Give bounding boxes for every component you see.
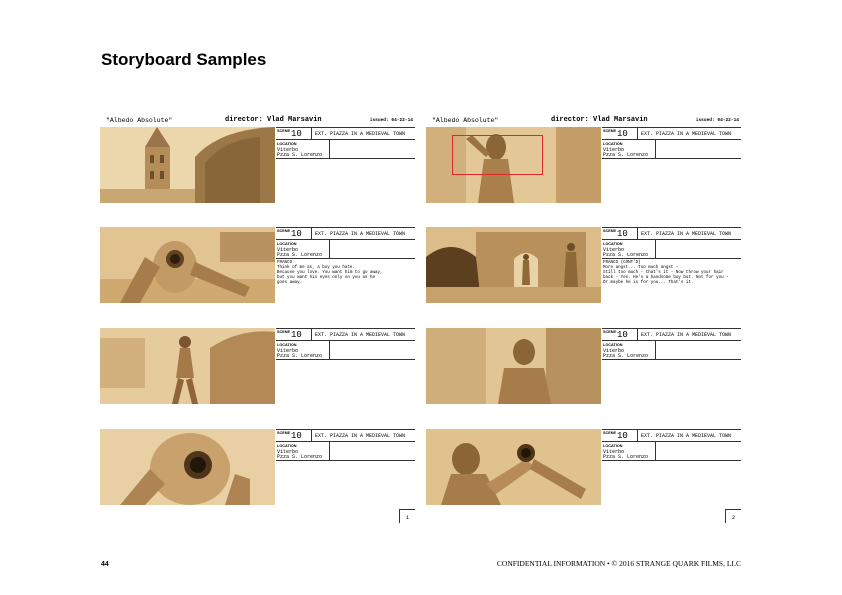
location-label: LOCATION xyxy=(603,444,623,448)
storyboard-panel: SCENE 10 EXT. PIAZZA IN A MEDIEVAL TOWN … xyxy=(100,429,415,505)
location-label: LOCATION xyxy=(277,444,297,448)
storyboard-panel: SCENE 10 EXT. PIAZZA IN A MEDIEVAL TOWN … xyxy=(426,227,741,303)
sheet-page-number: 2 xyxy=(725,509,741,523)
storyboard-panel: SCENE 10 EXT. PIAZZA IN A MEDIEVAL TOWN … xyxy=(426,429,741,505)
director-label: director: Vlad Marsavin xyxy=(225,116,322,124)
dialogue-text xyxy=(602,360,741,364)
location-label: LOCATION xyxy=(277,142,297,146)
scene-number: 10 xyxy=(291,431,302,441)
film-title: "Albedo Absolute" xyxy=(432,117,499,124)
dialogue-text xyxy=(276,461,415,465)
location-place: Pzza S. Lorenzo xyxy=(277,454,323,460)
dialogue-text: FRANCO (CONT'D) More angst... Too much a… xyxy=(603,261,729,285)
dialogue-text xyxy=(602,159,741,163)
issued-date: issued: 04-22-14 xyxy=(695,118,739,123)
scene-label: SCENE xyxy=(603,229,617,233)
scene-label: SCENE xyxy=(277,129,291,133)
page-number: 44 xyxy=(101,561,109,568)
location-place: Pzza S. Lorenzo xyxy=(603,454,649,460)
scene-number: 10 xyxy=(291,129,302,139)
scene-number: 10 xyxy=(291,330,302,340)
selection-highlight xyxy=(452,135,543,175)
piazza-scene-image xyxy=(426,227,601,303)
storyboard-panel: SCENE 10 EXT. PIAZZA IN A MEDIEVAL TOWN … xyxy=(100,328,415,404)
panel-info: SCENE 10 EXT. PIAZZA IN A MEDIEVAL TOWN … xyxy=(602,328,741,364)
model-pose-image xyxy=(100,328,275,404)
location-place: Pzza S. Lorenzo xyxy=(277,252,323,258)
scene-description: EXT. PIAZZA IN A MEDIEVAL TOWN xyxy=(641,131,732,137)
scene-description: EXT. PIAZZA IN A MEDIEVAL TOWN xyxy=(315,433,406,439)
scene-description: EXT. PIAZZA IN A MEDIEVAL TOWN xyxy=(315,231,406,237)
dialogue-text: FRANCO Think of me as, a boy you hate. B… xyxy=(277,261,383,285)
panel-info: SCENE 10 EXT. PIAZZA IN A MEDIEVAL TOWN … xyxy=(602,127,741,163)
scene-description: EXT. PIAZZA IN A MEDIEVAL TOWN xyxy=(315,332,406,338)
scene-number: 10 xyxy=(617,330,628,340)
storyboard-panel: SCENE 10 EXT. PIAZZA IN A MEDIEVAL TOWN … xyxy=(100,127,415,203)
scene-number: 10 xyxy=(617,431,628,441)
scene-label: SCENE xyxy=(277,229,291,233)
man-portrait-image xyxy=(426,328,601,404)
scene-number: 10 xyxy=(291,229,302,239)
scene-label: SCENE xyxy=(277,431,291,435)
camera-handoff-image xyxy=(426,429,601,505)
panel-info: SCENE 10 EXT. PIAZZA IN A MEDIEVAL TOWN … xyxy=(602,429,741,465)
page-title: Storyboard Samples xyxy=(101,50,267,69)
storyboard-sheet-2: "Albedo Absolute" director: Vlad Marsavi… xyxy=(426,115,741,525)
location-place: Pzza S. Lorenzo xyxy=(277,353,323,359)
location-place: Pzza S. Lorenzo xyxy=(603,152,649,158)
storyboard-panel: SCENE 10 EXT. PIAZZA IN A MEDIEVAL TOWN … xyxy=(426,127,741,203)
dialogue-text xyxy=(602,461,741,465)
scene-description: EXT. PIAZZA IN A MEDIEVAL TOWN xyxy=(641,433,732,439)
panel-info: SCENE 10 EXT. PIAZZA IN A MEDIEVAL TOWN … xyxy=(276,227,415,288)
sheet-page-number: 1 xyxy=(399,509,415,523)
scene-label: SCENE xyxy=(277,330,291,334)
storyboard-panel: SCENE 10 EXT. PIAZZA IN A MEDIEVAL TOWN … xyxy=(426,328,741,404)
scene-label: SCENE xyxy=(603,431,617,435)
scene-label: SCENE xyxy=(603,129,617,133)
film-title: "Albedo Absolute" xyxy=(106,117,173,124)
dialogue-text xyxy=(276,159,415,163)
camera-closeup-image xyxy=(100,429,275,505)
photographer-image xyxy=(100,227,275,303)
location-label: LOCATION xyxy=(603,142,623,146)
dialogue-text xyxy=(276,360,415,364)
bell-tower-image xyxy=(100,127,275,203)
location-label: LOCATION xyxy=(603,242,623,246)
scene-number: 10 xyxy=(617,229,628,239)
location-label: LOCATION xyxy=(603,343,623,347)
panel-info: SCENE 10 EXT. PIAZZA IN A MEDIEVAL TOWN … xyxy=(276,429,415,465)
scene-description: EXT. PIAZZA IN A MEDIEVAL TOWN xyxy=(641,231,732,237)
issued-date: issued: 04-22-14 xyxy=(369,118,413,123)
location-label: LOCATION xyxy=(277,242,297,246)
panel-info: SCENE 10 EXT. PIAZZA IN A MEDIEVAL TOWN … xyxy=(602,227,741,288)
panel-info: SCENE 10 EXT. PIAZZA IN A MEDIEVAL TOWN … xyxy=(276,127,415,163)
sheet-header: "Albedo Absolute" director: Vlad Marsavi… xyxy=(426,115,741,127)
storyboard-panel: SCENE 10 EXT. PIAZZA IN A MEDIEVAL TOWN … xyxy=(100,227,415,303)
location-place: Pzza S. Lorenzo xyxy=(603,353,649,359)
location-label: LOCATION xyxy=(277,343,297,347)
confidential-notice: CONFIDENTIAL INFORMATION • © 2016 STRANG… xyxy=(496,559,741,568)
scene-description: EXT. PIAZZA IN A MEDIEVAL TOWN xyxy=(315,131,406,137)
panel-info: SCENE 10 EXT. PIAZZA IN A MEDIEVAL TOWN … xyxy=(276,328,415,364)
storyboard-sheet-1: "Albedo Absolute" director: Vlad Marsavi… xyxy=(100,115,415,525)
scene-number: 10 xyxy=(617,129,628,139)
director-label: director: Vlad Marsavin xyxy=(551,116,648,124)
location-place: Pzza S. Lorenzo xyxy=(603,252,649,258)
scene-label: SCENE xyxy=(603,330,617,334)
location-place: Pzza S. Lorenzo xyxy=(277,152,323,158)
sheet-header: "Albedo Absolute" director: Vlad Marsavi… xyxy=(100,115,415,127)
scene-description: EXT. PIAZZA IN A MEDIEVAL TOWN xyxy=(641,332,732,338)
